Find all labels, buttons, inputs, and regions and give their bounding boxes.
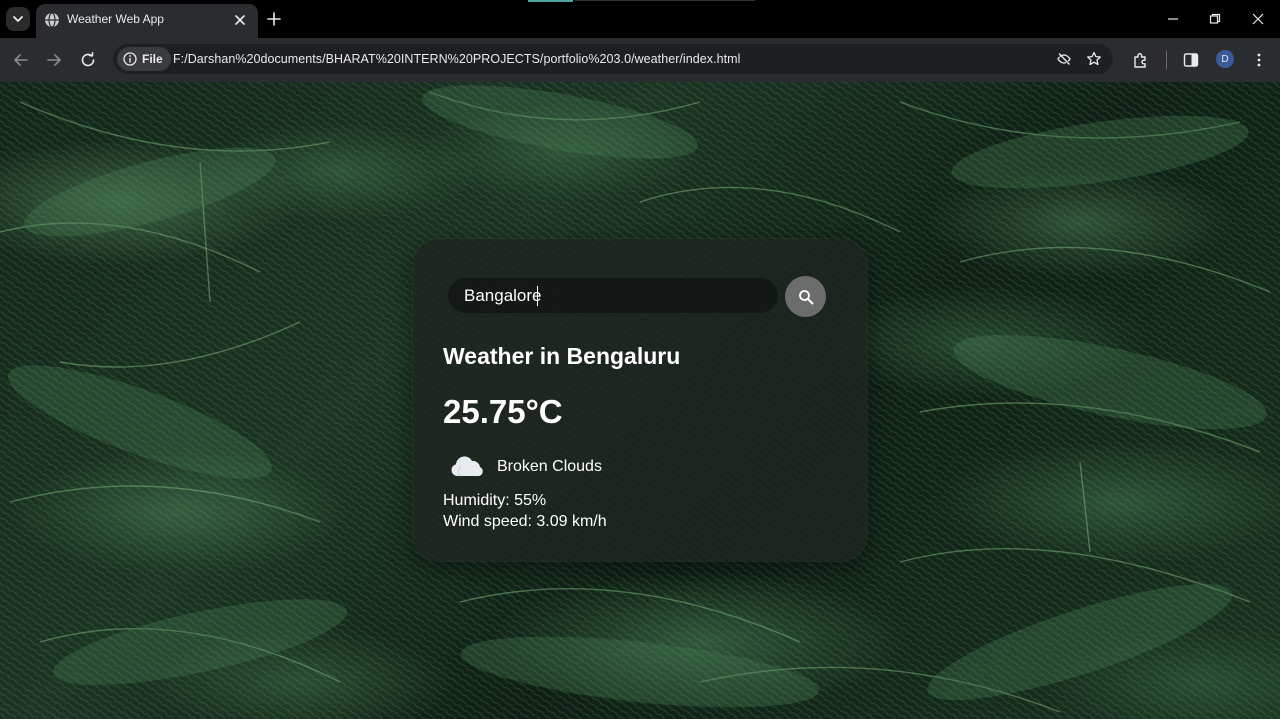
restore-button[interactable]: [1195, 6, 1235, 32]
tracking-protection-button[interactable]: [1054, 49, 1074, 69]
site-info-chip[interactable]: File: [117, 47, 171, 71]
site-chip-label: File: [142, 52, 163, 66]
wind-speed-text: Wind speed: 3.09 km/h: [443, 513, 607, 530]
close-icon: [235, 15, 245, 25]
star-icon: [1087, 51, 1101, 66]
tab-weather-web-app[interactable]: Weather Web App: [36, 4, 258, 38]
forward-button[interactable]: [42, 48, 66, 72]
browser-menu-button[interactable]: [1248, 49, 1270, 71]
kebab-menu-icon: [1257, 53, 1261, 67]
browser-toolbar: File F:/Darshan%20documents/BHARAT%20INT…: [0, 38, 1280, 82]
tab-search-button[interactable]: [6, 7, 30, 31]
minimize-icon: [1168, 18, 1178, 20]
toolbar-divider: [1166, 51, 1167, 69]
chevron-down-icon: [13, 16, 23, 22]
city-search-input[interactable]: [448, 278, 778, 313]
temperature-value: 25.75°C: [443, 393, 563, 430]
arrow-left-icon: [14, 54, 28, 66]
window-accent-line: [575, 0, 755, 1]
close-window-button[interactable]: [1238, 6, 1278, 32]
reload-icon: [81, 52, 95, 67]
weather-card: Weather in Bengaluru 25.75°C Broken Clou…: [413, 239, 867, 561]
page-viewport: Weather in Bengaluru 25.75°C Broken Clou…: [0, 82, 1280, 719]
close-icon: [1252, 13, 1264, 25]
extensions-button[interactable]: [1130, 49, 1152, 71]
tab-close-button[interactable]: [231, 11, 249, 29]
side-panel-icon: [1183, 53, 1199, 67]
back-button[interactable]: [9, 48, 33, 72]
url-text[interactable]: F:/Darshan%20documents/BHARAT%20INTERN%2…: [173, 52, 740, 66]
plus-icon: [267, 12, 281, 26]
tab-title: Weather Web App: [67, 12, 164, 26]
search-button[interactable]: [785, 276, 826, 317]
text-caret: [537, 286, 538, 306]
address-bar[interactable]: File F:/Darshan%20documents/BHARAT%20INT…: [113, 44, 1113, 74]
city-heading: Weather in Bengaluru: [443, 343, 681, 369]
tab-strip: Weather Web App: [0, 0, 1280, 38]
arrow-right-icon: [47, 54, 61, 66]
cloud-icon: [447, 451, 487, 481]
puzzle-icon: [1134, 53, 1146, 68]
minimize-button[interactable]: [1153, 6, 1193, 32]
weather-description: Broken Clouds: [497, 458, 602, 475]
window-accent: [528, 0, 573, 2]
bookmark-button[interactable]: [1084, 49, 1104, 69]
new-tab-button[interactable]: [263, 8, 285, 30]
search-icon: [798, 289, 813, 304]
profile-avatar[interactable]: D: [1216, 50, 1234, 68]
humidity-text: Humidity: 55%: [443, 492, 547, 509]
info-icon: [123, 52, 137, 66]
globe-icon: [44, 12, 60, 28]
restore-icon: [1209, 13, 1221, 24]
reload-button[interactable]: [76, 48, 100, 72]
side-panel-button[interactable]: [1180, 49, 1202, 71]
eye-off-icon: [1057, 53, 1071, 65]
